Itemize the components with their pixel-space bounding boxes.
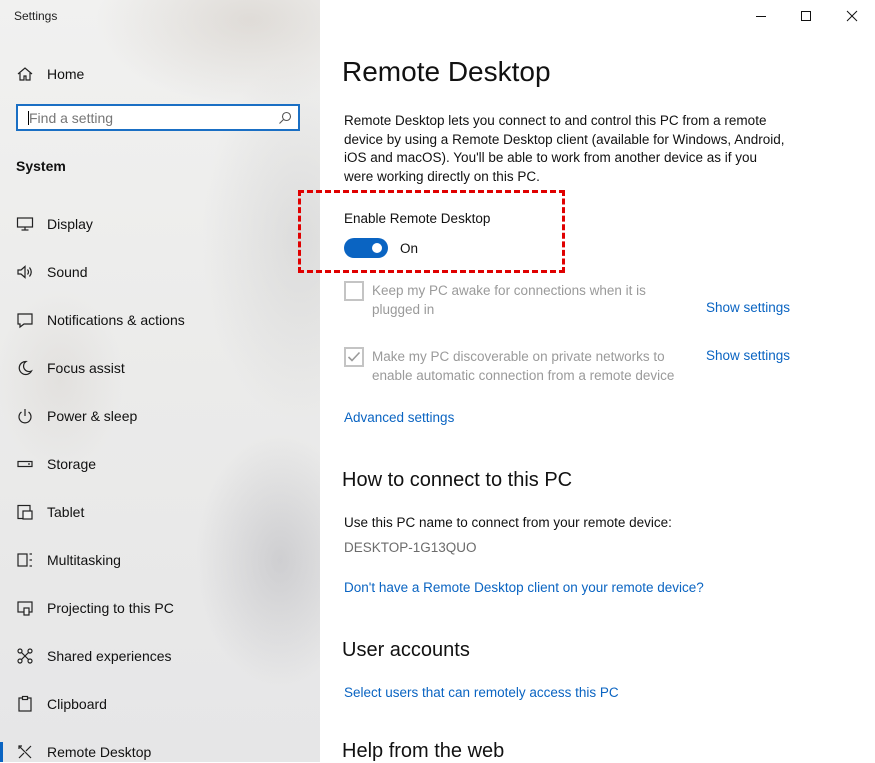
toggle-state-label: On xyxy=(400,241,419,256)
sidebar-item-label: Home xyxy=(47,66,85,82)
maximize-button[interactable] xyxy=(783,2,829,30)
sidebar-item-label: Remote Desktop xyxy=(47,744,152,760)
sidebar-item-projecting[interactable]: Projecting to this PC xyxy=(0,588,320,628)
remote-desktop-icon xyxy=(16,743,34,761)
sidebar-item-sound[interactable]: Sound xyxy=(0,252,320,292)
how-to-connect-heading: How to connect to this PC xyxy=(342,469,573,491)
search-box[interactable] xyxy=(16,104,300,131)
sidebar-item-display[interactable]: Display xyxy=(0,204,320,244)
tablet-icon xyxy=(16,503,34,521)
sidebar-item-label: Notifications & actions xyxy=(47,312,185,328)
keep-awake-checkbox[interactable] xyxy=(344,281,364,301)
toggle-knob xyxy=(372,243,382,253)
storage-icon xyxy=(16,455,34,473)
sidebar-section-title: System xyxy=(16,158,66,174)
discoverable-label: Make my PC discoverable on private netwo… xyxy=(372,349,675,383)
sidebar-item-label: Shared experiences xyxy=(47,648,172,664)
checkmark-icon xyxy=(347,351,361,362)
home-icon xyxy=(16,65,34,83)
sidebar-item-label: Tablet xyxy=(47,504,85,520)
sidebar-item-shared-experiences[interactable]: Shared experiences xyxy=(0,636,320,676)
minimize-button[interactable] xyxy=(738,2,784,30)
sidebar-item-storage[interactable]: Storage xyxy=(0,444,320,484)
multitasking-icon xyxy=(16,551,34,569)
sound-icon xyxy=(16,263,34,281)
sidebar-item-label: Storage xyxy=(47,456,97,472)
close-button[interactable] xyxy=(829,2,875,30)
close-icon xyxy=(846,10,858,22)
pc-name: DESKTOP-1G13QUO xyxy=(344,540,477,555)
shared-experiences-icon xyxy=(16,647,34,665)
page-description: Remote Desktop lets you connect to and c… xyxy=(344,113,785,184)
select-users-link[interactable]: Select users that can remotely access th… xyxy=(344,685,619,700)
page-title: Remote Desktop xyxy=(342,56,551,87)
user-accounts-heading: User accounts xyxy=(342,639,470,661)
help-heading: Help from the web xyxy=(342,740,505,762)
advanced-settings-link[interactable]: Advanced settings xyxy=(344,410,454,425)
minimize-icon xyxy=(756,16,766,17)
main-content: Remote Desktop Remote Desktop lets you c… xyxy=(298,0,875,762)
sidebar-item-clipboard[interactable]: Clipboard xyxy=(0,684,320,724)
search-input[interactable] xyxy=(29,108,269,128)
sidebar-item-label: Multitasking xyxy=(47,552,121,568)
sidebar-item-label: Focus assist xyxy=(47,360,125,376)
get-client-link[interactable]: Don't have a Remote Desktop client on yo… xyxy=(344,580,704,595)
sidebar: Settings Home System Display Sound Notif… xyxy=(0,0,320,762)
search-icon[interactable] xyxy=(278,111,292,125)
notifications-icon xyxy=(16,311,34,329)
clipboard-icon xyxy=(16,695,34,713)
power-icon xyxy=(16,407,34,425)
app-title: Settings xyxy=(14,9,58,23)
sidebar-item-focus-assist[interactable]: Focus assist xyxy=(0,348,320,388)
sidebar-item-remote-desktop[interactable]: Remote Desktop xyxy=(0,732,320,762)
focus-assist-icon xyxy=(16,359,34,377)
maximize-icon xyxy=(801,11,811,21)
enable-remote-desktop-label: Enable Remote Desktop xyxy=(344,211,491,226)
highlight-box xyxy=(298,190,565,273)
sidebar-item-label: Power & sleep xyxy=(47,408,138,424)
projecting-icon xyxy=(16,599,34,617)
enable-remote-desktop-toggle[interactable] xyxy=(344,238,388,258)
keep-awake-show-settings-link[interactable]: Show settings xyxy=(706,300,790,315)
sidebar-item-home[interactable]: Home xyxy=(0,56,320,92)
sidebar-item-label: Projecting to this PC xyxy=(47,600,174,616)
how-to-connect-text: Use this PC name to connect from your re… xyxy=(344,515,672,530)
sidebar-item-label: Sound xyxy=(47,264,88,280)
sidebar-item-tablet[interactable]: Tablet xyxy=(0,492,320,532)
discoverable-checkbox[interactable] xyxy=(344,347,364,367)
keep-awake-label: Keep my PC awake for connections when it… xyxy=(372,283,646,317)
discoverable-show-settings-link[interactable]: Show settings xyxy=(706,348,790,363)
sidebar-item-notifications[interactable]: Notifications & actions xyxy=(0,300,320,340)
sidebar-item-multitasking[interactable]: Multitasking xyxy=(0,540,320,580)
sidebar-item-power-sleep[interactable]: Power & sleep xyxy=(0,396,320,436)
sidebar-item-label: Clipboard xyxy=(47,696,107,712)
display-icon xyxy=(16,215,34,233)
sidebar-item-label: Display xyxy=(47,216,93,232)
active-indicator xyxy=(0,742,3,762)
